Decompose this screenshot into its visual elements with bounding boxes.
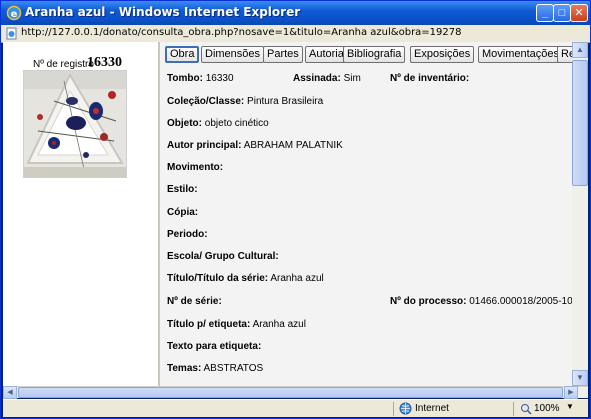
vertical-scroll-thumb[interactable] [572, 60, 588, 186]
field-value: 16330 [205, 73, 234, 84]
registration-label: Nº de registro [33, 59, 94, 70]
field-objeto: Objeto: objeto cinético [167, 118, 269, 129]
field-label: Assinada: [293, 73, 341, 84]
field-label: Objeto: [167, 118, 202, 129]
field-label: Tombo: [167, 73, 203, 84]
field-num-processo: Nº do processo: 01466.000018/2005-10 [390, 296, 572, 307]
close-button[interactable]: ✕ [570, 4, 588, 22]
tab-bibliografia[interactable]: Bibliografia [343, 46, 406, 63]
field-label: Escola/ Grupo Cultural: [167, 251, 279, 262]
window-title: Aranha azul - Windows Internet Explorer [25, 5, 301, 19]
field-copia: Cópia: [167, 207, 198, 218]
field-value: Aranha azul [252, 319, 306, 330]
field-label: Título p/ etiqueta: [167, 319, 251, 330]
field-label: Título/Título da série: [167, 273, 269, 284]
field-num-serie: Nº de série: [167, 296, 222, 307]
artwork-thumbnail[interactable] [23, 70, 127, 178]
field-escola: Escola/ Grupo Cultural: [167, 251, 279, 262]
field-value: 01466.000018/2005-10 [469, 296, 572, 307]
field-label: Temas: [167, 363, 202, 374]
field-inventario: Nº de inventário: [390, 73, 469, 84]
address-url[interactable]: http://127.0.0.1/donato/consulta_obra.ph… [21, 27, 462, 38]
field-label: Estilo: [167, 184, 198, 195]
zoom-level[interactable]: 100% [534, 403, 560, 414]
status-bar: Internet 100% ▼ [3, 399, 588, 417]
field-label: Movimento: [167, 162, 224, 173]
left-pane: Nº de registro 16330 [3, 42, 158, 386]
status-divider [513, 402, 514, 416]
field-value: Pintura Brasileira [247, 96, 324, 107]
field-label: Autor principal: [167, 140, 242, 151]
tab-rela[interactable]: Rela [557, 46, 572, 63]
detail-pane: Obra Dimensões Partes Autoria Bibliograf… [160, 42, 572, 386]
field-autor: Autor principal: ABRAHAM PALATNIK [167, 140, 343, 151]
title-bar[interactable]: e Aranha azul - Windows Internet Explore… [1, 1, 590, 25]
address-bar[interactable]: http://127.0.0.1/donato/consulta_obra.ph… [1, 25, 590, 43]
maximize-button[interactable]: □ [553, 4, 571, 22]
field-label: Nº de série: [167, 296, 222, 307]
field-titulo-etiqueta: Título p/ etiqueta: Aranha azul [167, 319, 306, 330]
field-label: Nº do processo: [390, 296, 467, 307]
field-colecao: Coleção/Classe: Pintura Brasileira [167, 96, 323, 107]
field-value: ABRAHAM PALATNIK [243, 140, 343, 151]
security-zone[interactable]: Internet [415, 403, 449, 414]
ie-icon: e [6, 5, 22, 21]
tab-movimentacoes[interactable]: Movimentações [478, 46, 564, 63]
horizontal-scroll-thumb[interactable] [18, 387, 563, 398]
chevron-down-icon[interactable]: ▼ [566, 402, 574, 411]
field-temas: Temas: ABSTRATOS [167, 363, 263, 374]
minimize-button[interactable]: _ [536, 4, 554, 22]
svg-text:e: e [11, 9, 18, 20]
tab-exposicoes[interactable]: Exposições [410, 46, 475, 63]
field-titulo-serie: Título/Título da série: Aranha azul [167, 273, 324, 284]
field-label: Nº de inventário: [390, 73, 470, 84]
field-assinada: Assinada: Sim [293, 73, 361, 84]
page-icon [6, 27, 17, 40]
field-value: Aranha azul [270, 273, 324, 284]
scroll-left-icon[interactable]: ◀ [3, 386, 17, 399]
field-label: Texto para etiqueta: [167, 341, 262, 352]
tab-dimensoes[interactable]: Dimensões [201, 46, 265, 63]
status-divider [393, 402, 394, 416]
horizontal-scrollbar[interactable]: ◀ ▶ [3, 386, 588, 399]
field-label: Coleção/Classe: [167, 96, 245, 107]
field-estilo: Estilo: [167, 184, 198, 195]
field-movimento: Movimento: [167, 162, 223, 173]
page-viewport: Nº de registro 16330 Obra Dimensões Part… [3, 42, 588, 386]
tab-partes[interactable]: Partes [263, 46, 303, 63]
scroll-right-icon[interactable]: ▶ [564, 386, 578, 399]
field-texto-etiqueta: Texto para etiqueta: [167, 341, 261, 352]
scroll-down-icon[interactable]: ▼ [572, 370, 588, 386]
field-value: ABSTRATOS [203, 363, 264, 374]
vertical-scrollbar[interactable]: ▲ ▼ [572, 42, 588, 386]
tab-obra[interactable]: Obra [165, 46, 200, 63]
zoom-icon [521, 404, 532, 415]
scroll-up-icon[interactable]: ▲ [572, 42, 588, 58]
artwork-image [24, 71, 126, 177]
registration-number: 16330 [87, 55, 122, 70]
tab-autoria[interactable]: Autoria [305, 46, 348, 63]
globe-icon [399, 402, 412, 415]
field-label: Periodo: [167, 229, 208, 240]
field-periodo: Periodo: [167, 229, 208, 240]
field-tombo: Tombo: 16330 [167, 73, 234, 84]
field-value: objeto cinético [204, 118, 269, 129]
field-value: Sim [343, 73, 361, 84]
field-label: Cópia: [167, 207, 199, 218]
